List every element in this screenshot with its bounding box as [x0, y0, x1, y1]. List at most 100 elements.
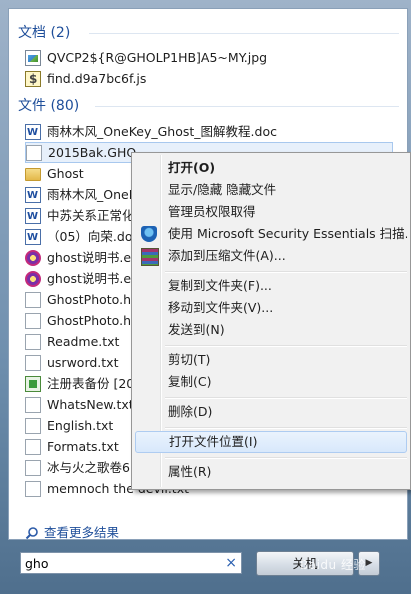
list-item-label: Ghost [47, 166, 84, 181]
list-item[interactable]: ghost说明书.ex [25, 247, 138, 268]
list-item[interactable]: GhostPhoto.hf [25, 289, 135, 310]
list-item-label: 雨林木风_OneKey_Ghost_图解教程.doc [47, 124, 277, 139]
menu-item-add-archive[interactable]: 添加到压缩文件(A)... [135, 246, 407, 266]
list-item[interactable]: 雨林木风_OneK [25, 184, 137, 206]
text-file-icon [25, 480, 41, 497]
text-file-icon [25, 354, 41, 371]
menu-separator [165, 427, 407, 429]
list-item-label: WhatsNew.txt [47, 397, 134, 412]
menu-item-move-to-folder[interactable]: 移动到文件夹(V)... [135, 298, 407, 318]
list-item-label: ghost说明书.ex [47, 250, 139, 265]
list-item[interactable]: Ghost [25, 163, 84, 184]
watermark: Baidu 经验 [300, 558, 366, 572]
list-item-label: find.d9a7bc6f.js [47, 71, 147, 86]
menu-item-cut[interactable]: 剪切(T) [135, 350, 407, 370]
blank-file-icon [25, 291, 41, 308]
word-doc-icon [25, 122, 41, 143]
menu-item-properties[interactable]: 属性(R) [135, 462, 407, 482]
list-item[interactable]: usrword.txt [25, 352, 118, 373]
list-item[interactable]: 注册表备份 [20 [25, 373, 134, 394]
text-file-icon [25, 438, 41, 455]
search-box[interactable]: × [20, 552, 242, 574]
list-item-label: 2015Bak.GHO [48, 145, 137, 160]
list-item-label: QVCP2${R@GHOLP1HB]A5~MY.jpg [47, 50, 268, 65]
list-item-label: 注册表备份 [20 [47, 376, 135, 391]
registry-file-icon [25, 375, 41, 392]
blank-file-icon [26, 144, 42, 161]
menu-item-copy[interactable]: 复制(C) [135, 372, 407, 392]
list-item-label: Formats.txt [47, 439, 119, 454]
menu-item-label: 打开文件位置(I) [169, 434, 258, 449]
word-doc-icon [25, 227, 41, 248]
shield-icon [141, 226, 157, 242]
menu-separator [165, 345, 407, 347]
menu-item-label: 显示/隐藏 隐藏文件 [168, 182, 277, 197]
docs-group-header[interactable]: 文档 (2) [18, 23, 70, 43]
menu-item-label: 发送到(N) [168, 322, 225, 337]
list-item[interactable]: GhostPhoto.hf [25, 310, 135, 331]
menu-separator [165, 397, 407, 399]
blank-file-icon [25, 312, 41, 329]
search-icon [25, 527, 38, 540]
divider [89, 33, 399, 34]
list-item[interactable]: QVCP2${R@GHOLP1HB]A5~MY.jpg [25, 47, 267, 68]
list-item[interactable]: ghost说明书.ex [25, 268, 138, 289]
winrar-icon [141, 248, 159, 266]
script-file-icon [25, 69, 41, 90]
menu-item-open-file-location[interactable]: 打开文件位置(I) [135, 431, 407, 453]
menu-item-take-ownership[interactable]: 管理员权限取得 [135, 202, 407, 222]
list-item-label: Readme.txt [47, 334, 120, 349]
chevron-right-icon: ▶ [365, 558, 373, 568]
menu-item-label: 复制(C) [168, 374, 212, 389]
list-item-label: English.txt [47, 418, 114, 433]
context-menu: 打开(O) 显示/隐藏 隐藏文件 管理员权限取得 使用 Microsoft Se… [131, 152, 411, 490]
menu-separator [165, 271, 407, 273]
list-item-label: 冰与火之歌卷6 [47, 460, 130, 475]
see-more-label: 查看更多结果 [44, 525, 120, 540]
files-group-header[interactable]: 文件 (80) [18, 96, 79, 116]
list-item[interactable]: 雨林木风_OneKey_Ghost_图解教程.doc [25, 121, 277, 143]
menu-item-label: 删除(D) [168, 404, 213, 419]
menu-item-label: 移动到文件夹(V)... [168, 300, 274, 315]
menu-item-label: 添加到压缩文件(A)... [168, 248, 286, 263]
exe-file-icon [25, 270, 41, 287]
list-item[interactable]: find.d9a7bc6f.js [25, 68, 147, 90]
list-item[interactable]: 冰与火之歌卷6 [25, 457, 130, 478]
menu-item-label: 打开(O) [168, 160, 216, 175]
folder-icon [25, 168, 41, 181]
clear-search-icon[interactable]: × [225, 554, 237, 572]
menu-item-label: 剪切(T) [168, 352, 211, 367]
text-file-icon [25, 396, 41, 413]
list-item-label: ghost说明书.ex [47, 271, 139, 286]
menu-item-toggle-hidden[interactable]: 显示/隐藏 隐藏文件 [135, 180, 407, 200]
word-doc-icon [25, 185, 41, 206]
word-doc-icon [25, 206, 41, 227]
exe-file-icon [25, 249, 41, 266]
text-file-icon [25, 459, 41, 476]
list-item[interactable]: Formats.txt [25, 436, 119, 457]
menu-item-delete[interactable]: 删除(D) [135, 402, 407, 422]
list-item-label: usrword.txt [47, 355, 119, 370]
image-file-icon [25, 49, 41, 66]
menu-item-open[interactable]: 打开(O) [135, 158, 407, 178]
menu-item-label: 复制到文件夹(F)... [168, 278, 272, 293]
list-item-label: GhostPhoto.hf [47, 313, 136, 328]
menu-item-mse-scan[interactable]: 使用 Microsoft Security Essentials 扫描... [135, 224, 407, 244]
search-input[interactable] [25, 555, 215, 571]
menu-item-send-to[interactable]: 发送到(N) [135, 320, 407, 340]
menu-item-copy-to-folder[interactable]: 复制到文件夹(F)... [135, 276, 407, 296]
menu-item-label: 使用 Microsoft Security Essentials 扫描... [168, 226, 407, 241]
list-item-label: GhostPhoto.hf [47, 292, 136, 307]
list-item-label: 中苏关系正常化 [47, 208, 135, 223]
list-item-label: （05）向荣.do [47, 229, 133, 244]
list-item[interactable]: （05）向荣.do [25, 226, 133, 248]
see-more-results-link[interactable]: 查看更多结果 [25, 523, 119, 543]
list-item[interactable]: English.txt [25, 415, 113, 436]
text-file-icon [25, 417, 41, 434]
list-item[interactable]: 中苏关系正常化 [25, 205, 135, 227]
list-item[interactable]: WhatsNew.txt [25, 394, 134, 415]
list-item-label: 雨林木风_OneK [47, 187, 137, 202]
menu-separator [165, 457, 407, 459]
start-search-panel: 文档 (2) QVCP2${R@GHOLP1HB]A5~MY.jpg find.… [0, 0, 411, 594]
list-item[interactable]: Readme.txt [25, 331, 119, 352]
